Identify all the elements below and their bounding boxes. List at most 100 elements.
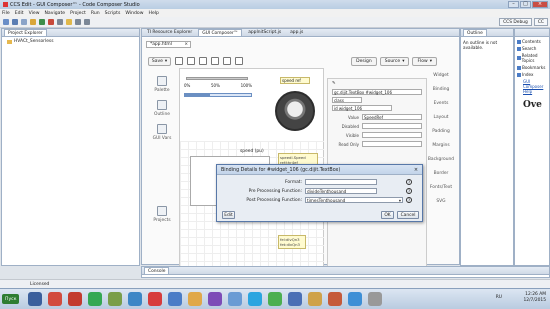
menu-run[interactable]: Run — [91, 11, 100, 16]
back-icon[interactable] — [75, 19, 81, 25]
flow-button[interactable]: Flow ▾ — [412, 57, 437, 66]
taskbar-app-icon[interactable] — [268, 292, 282, 306]
perspective-ccs-edit[interactable]: CC — [533, 18, 548, 26]
palette-tab[interactable]: Palette — [146, 71, 178, 93]
help-index[interactable]: Index — [515, 70, 549, 77]
help-search[interactable]: Search — [515, 44, 549, 51]
side-tab-border[interactable]: Border — [427, 166, 455, 180]
close-icon[interactable]: × — [413, 167, 419, 173]
perspective-ccs-debug[interactable]: CCS Debug — [499, 18, 532, 26]
side-tab-svg[interactable]: SVG — [427, 194, 455, 208]
tab-appinitscript[interactable]: appInitScript.js — [245, 29, 284, 36]
help-link[interactable]: GUI Composer Help — [515, 77, 549, 94]
tab-outline[interactable]: Outline — [463, 29, 487, 36]
taskbar-app-icon[interactable] — [28, 292, 42, 306]
prop-readonly-input[interactable] — [362, 141, 422, 147]
menu-file[interactable]: File — [2, 11, 10, 16]
tab-ti-resource-explorer[interactable]: TI Resource Explorer — [144, 29, 195, 36]
print-icon[interactable] — [21, 19, 27, 25]
menu-view[interactable]: View — [29, 11, 40, 16]
taskbar-app-icon[interactable] — [288, 292, 302, 306]
forward-icon[interactable] — [84, 19, 90, 25]
side-tab-events[interactable]: Events — [427, 96, 455, 110]
close-window-icon[interactable]: × — [532, 1, 548, 8]
build-icon[interactable] — [30, 19, 36, 25]
delete-icon[interactable] — [223, 57, 231, 65]
menu-help[interactable]: Help — [148, 11, 158, 16]
speed-ref-textbox[interactable]: speed ref — [280, 77, 310, 84]
side-tab-margins[interactable]: Margins — [427, 138, 455, 152]
yandex-icon[interactable] — [148, 292, 162, 306]
id-field[interactable]: id widget_106 — [332, 105, 392, 111]
side-tab-binding[interactable]: Binding — [427, 82, 455, 96]
taskbar-app-icon[interactable] — [348, 292, 362, 306]
save-icon[interactable] — [12, 19, 18, 25]
help-contents[interactable]: Contents — [515, 37, 549, 44]
pre-processing-input[interactable]: divideTenthousand — [305, 188, 377, 194]
undo-icon[interactable] — [175, 57, 183, 65]
side-tab-widget[interactable]: Widget — [427, 68, 455, 82]
format-input[interactable] — [305, 179, 377, 185]
prop-disabled-input[interactable] — [362, 123, 422, 129]
ok-button[interactable]: OK — [381, 211, 394, 219]
projects-tab[interactable]: Projects — [146, 201, 178, 223]
taskbar-app-icon[interactable] — [328, 292, 342, 306]
taskbar-app-icon[interactable] — [128, 292, 142, 306]
outline-tab[interactable]: Outline — [146, 95, 178, 117]
help-bookmarks[interactable]: Bookmarks — [515, 63, 549, 70]
menu-project[interactable]: Project — [70, 11, 86, 16]
taskbar-app-icon[interactable] — [68, 292, 82, 306]
side-tab-layout[interactable]: Layout — [427, 110, 455, 124]
paste-icon[interactable] — [211, 57, 219, 65]
stop-icon[interactable] — [48, 19, 54, 25]
gui-vars-tab[interactable]: GUI Vars — [146, 119, 178, 141]
prop-visible-input[interactable] — [362, 132, 422, 138]
taskbar-app-icon[interactable] — [108, 292, 122, 306]
help-icon[interactable]: ? — [406, 197, 412, 203]
start-button[interactable]: Пуск — [2, 294, 20, 304]
search-icon[interactable] — [57, 19, 63, 25]
menu-navigate[interactable]: Navigate — [45, 11, 66, 16]
viber-icon[interactable] — [208, 292, 222, 306]
taskbar-app-icon[interactable] — [308, 292, 322, 306]
open-folder-icon[interactable] — [66, 19, 72, 25]
menu-edit[interactable]: Edit — [15, 11, 24, 16]
tab-console[interactable]: Console — [144, 267, 170, 274]
side-tab-background[interactable]: Background — [427, 152, 455, 166]
debug-icon[interactable] — [39, 19, 45, 25]
design-button[interactable]: Design — [351, 57, 377, 66]
new-icon[interactable] — [3, 19, 9, 25]
menu-scripts[interactable]: Scripts — [105, 11, 121, 16]
side-tab-padding[interactable]: Padding — [427, 124, 455, 138]
save-button[interactable]: Save ▾ — [148, 57, 171, 66]
cut-icon[interactable] — [235, 57, 243, 65]
side-tab-fonts-text[interactable]: Fonts/Text — [427, 180, 455, 194]
minimize-icon[interactable]: – — [508, 1, 519, 8]
menu-window[interactable]: Window — [125, 11, 143, 16]
taskbar-app-icon[interactable] — [228, 292, 242, 306]
tab-app-js[interactable]: app.js — [287, 29, 306, 36]
gauge-knob-widget[interactable] — [275, 91, 315, 131]
skype-icon[interactable] — [248, 292, 262, 306]
tab-project-explorer[interactable]: Project Explorer — [4, 29, 47, 36]
slider-widget[interactable] — [186, 77, 248, 80]
post-processing-select[interactable]: timesTenthousand ▾ — [305, 197, 403, 203]
close-tab-icon[interactable]: × — [184, 42, 188, 47]
chrome-icon[interactable] — [88, 292, 102, 306]
file-tab-app-html[interactable]: *app.html × — [146, 41, 191, 48]
taskbar-app-icon[interactable] — [188, 292, 202, 306]
language-indicator[interactable]: RU — [496, 295, 502, 300]
edit-button[interactable]: Edit — [222, 211, 235, 219]
cancel-button[interactable]: Cancel — [397, 211, 419, 219]
class-field[interactable]: class — [332, 97, 362, 103]
copy-icon[interactable] — [199, 57, 207, 65]
maximize-icon[interactable]: □ — [520, 1, 531, 8]
tab-gui-composer[interactable]: GUI Composer™ — [198, 29, 243, 36]
taskbar-app-icon[interactable] — [48, 292, 62, 306]
help-icon[interactable]: ? — [406, 179, 412, 185]
redo-icon[interactable] — [187, 57, 195, 65]
help-icon[interactable]: ? — [406, 188, 412, 194]
help-related-topics[interactable]: Related Topics — [515, 51, 549, 63]
progress-widget[interactable] — [184, 93, 252, 97]
taskbar-app-icon[interactable] — [168, 292, 182, 306]
